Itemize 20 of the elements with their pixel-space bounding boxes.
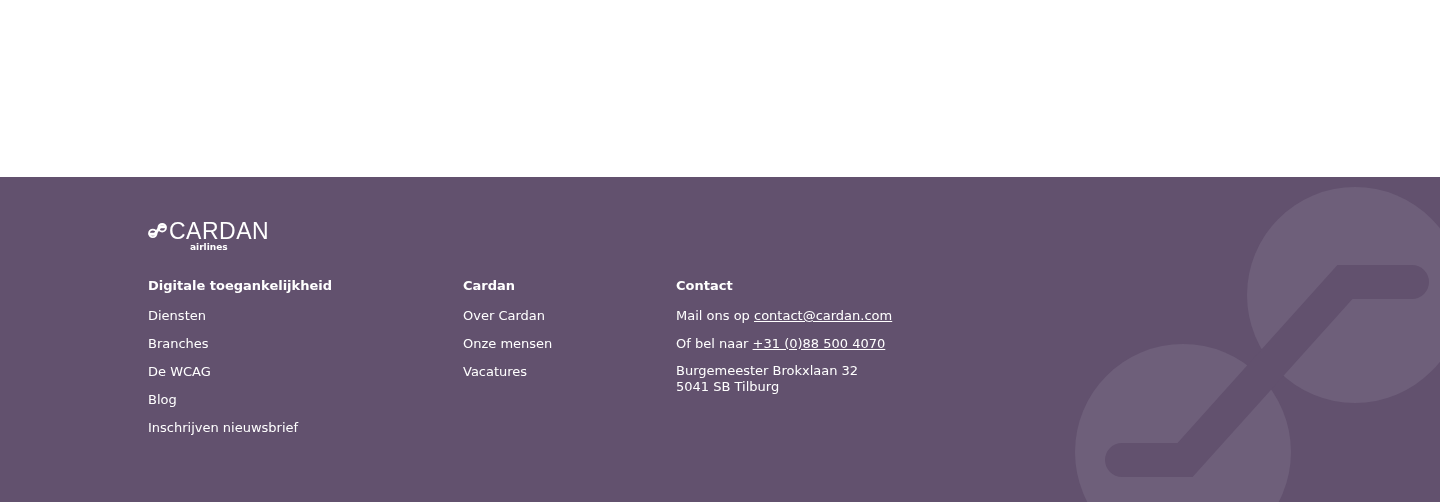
logo-subtitle: airlines xyxy=(190,242,229,252)
footer-link[interactable]: Inschrijven nieuwsbrief xyxy=(148,419,299,437)
footer-link[interactable]: Diensten xyxy=(148,307,206,325)
column-heading: Digitale toegankelijkheid xyxy=(148,277,333,295)
address-text: Burgemeester Brokxlaan 32 5041 SB Tilburg xyxy=(676,363,859,395)
footer-link[interactable]: Vacatures xyxy=(463,363,528,381)
logo-link[interactable]: CARDAN airlines xyxy=(148,220,270,252)
contact-link[interactable]: contact@cardan.com xyxy=(754,308,893,323)
logo-name: CARDAN xyxy=(169,220,270,242)
column-heading: Cardan xyxy=(463,277,516,295)
footer-link[interactable]: Blog xyxy=(148,391,177,409)
footer-link[interactable]: Onze mensen xyxy=(463,335,553,353)
footer-link[interactable]: De WCAG xyxy=(148,363,211,381)
contact-label: Of bel naar xyxy=(676,336,749,351)
logo-icon xyxy=(148,223,167,238)
column-heading: Contact xyxy=(676,277,733,295)
contact-label: Mail ons op xyxy=(676,308,750,323)
contact-link[interactable]: +31 (0)88 500 4070 xyxy=(752,336,886,351)
footer-link[interactable]: Branches xyxy=(148,335,209,353)
footer-link[interactable]: Over Cardan xyxy=(463,307,546,325)
